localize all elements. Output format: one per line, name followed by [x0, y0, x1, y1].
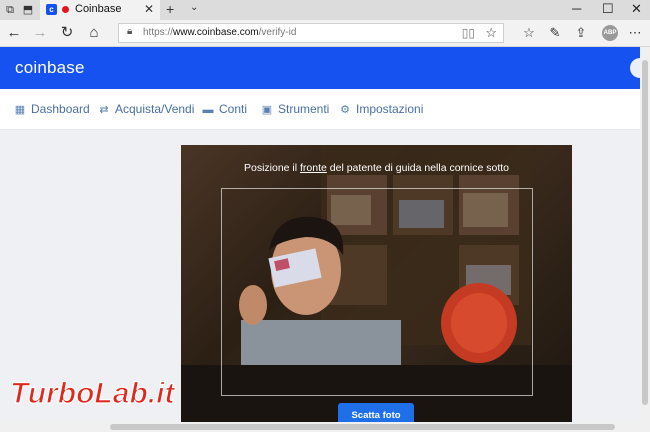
- coinbase-favicon-icon: c: [46, 4, 57, 15]
- tab-actions-icon[interactable]: ⧉: [3, 3, 17, 17]
- web-note-pen-icon[interactable]: ✎: [546, 24, 564, 42]
- browser-address-bar: ← → ↻ ⌂ 🔒︎ https://www.coinbase.com/veri…: [0, 20, 650, 47]
- wallet-icon: ▬: [202, 104, 214, 116]
- forward-arrow-icon[interactable]: →: [31, 24, 49, 42]
- share-icon[interactable]: ⇪: [572, 24, 590, 42]
- minimize-icon[interactable]: ─: [572, 1, 581, 16]
- refresh-icon[interactable]: ↻: [58, 24, 76, 42]
- more-menu-icon[interactable]: ⋯: [626, 24, 644, 42]
- nav-item-impostazioni[interactable]: ⚙ Impostazioni: [339, 101, 423, 118]
- recording-indicator-icon: [62, 6, 69, 13]
- maximize-icon[interactable]: ☐: [602, 1, 614, 17]
- nav-label: Acquista/Vendi: [115, 102, 195, 116]
- nav-item-conti[interactable]: ▬ Conti: [202, 101, 248, 118]
- new-tab-icon[interactable]: +: [166, 1, 174, 17]
- nav-label: Dashboard: [31, 102, 90, 116]
- home-icon[interactable]: ⌂: [85, 24, 103, 42]
- close-tab-icon[interactable]: ✕: [144, 2, 154, 16]
- nav-item-dashboard[interactable]: ▦ Dashboard: [14, 101, 90, 118]
- url-input[interactable]: 🔒︎ https://www.coinbase.com/verify-id ▯▯…: [118, 23, 504, 43]
- set-aside-tabs-icon[interactable]: ⬒: [21, 3, 35, 17]
- lock-icon: 🔒︎: [127, 26, 133, 37]
- back-arrow-icon[interactable]: ←: [5, 24, 23, 42]
- instruction-highlight: fronte: [300, 162, 327, 174]
- tab-title: Coinbase: [75, 3, 122, 15]
- adblock-plus-icon[interactable]: ABP: [602, 25, 618, 41]
- turbolab-watermark-logo: TurboLab.it: [8, 373, 233, 413]
- vertical-scrollbar-thumb[interactable]: [642, 60, 648, 405]
- camera-capture-panel: Posizione il fronte del patente di guida…: [181, 145, 572, 432]
- tab-coinbase[interactable]: c Coinbase ✕: [40, 0, 160, 20]
- nav-item-strumenti[interactable]: ▣ Strumenti: [261, 101, 330, 118]
- nav-label: Conti: [219, 102, 248, 116]
- dashboard-icon: ▦: [14, 104, 26, 116]
- document-frame-guide: [221, 188, 533, 396]
- horizontal-scrollbar-thumb[interactable]: [110, 424, 615, 430]
- close-window-icon[interactable]: ✕: [631, 1, 642, 17]
- camera-instruction: Posizione il fronte del patente di guida…: [243, 162, 509, 174]
- gear-icon: ⚙: [340, 104, 350, 116]
- tab-list-chevron-down-icon[interactable]: ⌄: [190, 2, 198, 13]
- nav-label: Strumenti: [278, 102, 330, 116]
- svg-text:TurboLab.it: TurboLab.it: [10, 377, 176, 410]
- swap-arrows-icon: ⇄: [99, 104, 109, 116]
- url-text: https://www.coinbase.com/verify-id: [143, 27, 297, 38]
- app-header: coinbase: [0, 47, 640, 89]
- coinbase-logo[interactable]: coinbase: [15, 58, 85, 78]
- nav-label: Impostazioni: [356, 102, 424, 116]
- main-nav: ▦ Dashboard ⇄ Acquista/Vendi ▬ Conti ▣ Strum…: [0, 89, 640, 130]
- favorites-hub-icon[interactable]: ☆: [520, 24, 538, 42]
- briefcase-icon: ▣: [261, 104, 273, 116]
- reading-view-icon[interactable]: ▯▯: [462, 26, 475, 40]
- browser-tab-bar: ⧉ ⬒ c Coinbase ✕ + ⌄ ─ ☐ ✕: [0, 0, 650, 20]
- nav-item-acquista-vendi[interactable]: ⇄ Acquista/Vendi: [98, 101, 194, 118]
- favorite-star-icon[interactable]: ☆: [485, 25, 497, 41]
